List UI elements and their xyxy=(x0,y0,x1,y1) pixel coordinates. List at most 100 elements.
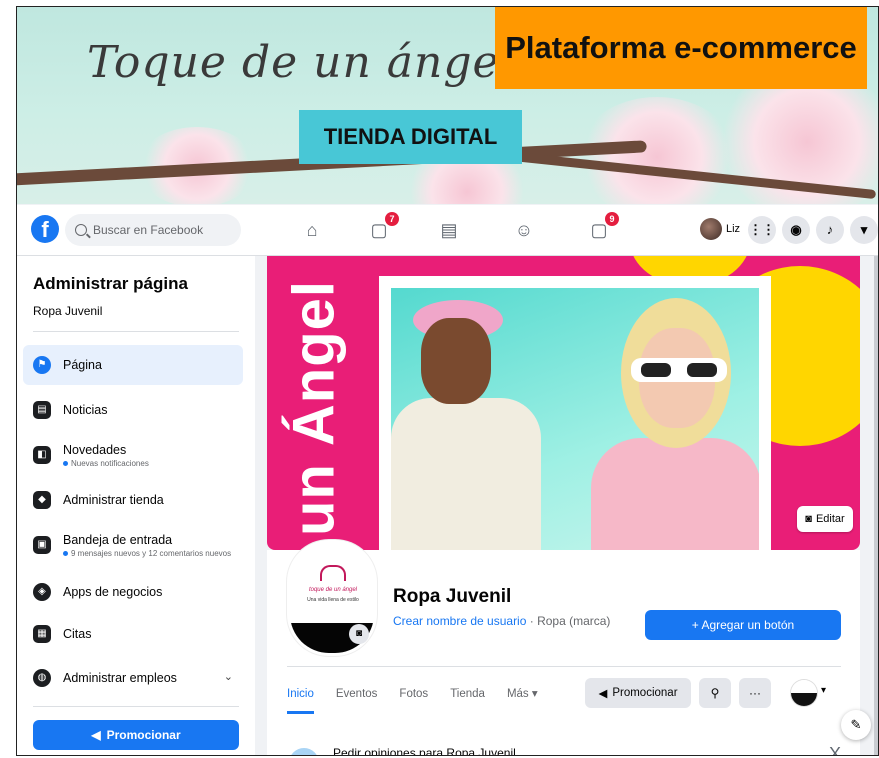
divider xyxy=(33,706,239,707)
avatar xyxy=(700,218,722,240)
scrollbar[interactable] xyxy=(874,256,878,755)
search-placeholder: Buscar en Facebook xyxy=(93,223,204,237)
cover-vertical-text: un Ángel xyxy=(279,278,349,538)
profile-shortcut[interactable]: Liz xyxy=(700,218,740,240)
promo-banner: Toque de un ángel Plataforma e-commerce … xyxy=(17,7,878,204)
model-figure xyxy=(591,438,759,550)
sidebar-note-text: Nuevas notificaciones xyxy=(71,458,149,468)
messenger-icon[interactable]: ◉ xyxy=(782,216,810,244)
news-icon: ▤ xyxy=(33,401,51,419)
home-icon[interactable]: ⌂ xyxy=(300,218,324,242)
banner-teal-label: TIENDA DIGITAL xyxy=(299,110,522,164)
page-tabs: Inicio Eventos Fotos Tienda Más ▾ xyxy=(287,674,560,714)
tab-inicio[interactable]: Inicio xyxy=(287,674,314,714)
search-input[interactable]: Buscar en Facebook xyxy=(65,214,241,246)
facebook-logo-icon[interactable]: f xyxy=(31,215,59,243)
cover-photo: un Ángel ◙ Editar xyxy=(267,256,860,550)
logo-tagline: Una vida llena de estilo xyxy=(307,597,359,603)
sidebar-item-citas[interactable]: ▦ Citas xyxy=(23,614,243,654)
promote-button-label: Promocionar xyxy=(106,728,181,742)
shopping-bag-icon: ◆ xyxy=(33,491,51,509)
chevron-down-icon[interactable]: ▾ xyxy=(821,685,826,696)
sidebar-item-label: Apps de negocios xyxy=(63,585,163,599)
feedback-text[interactable]: Pedir opiniones para Ropa Juvenil xyxy=(333,746,516,755)
sidebar-item-note: 9 mensajes nuevos y 12 comentarios nuevo… xyxy=(63,549,231,558)
sidebar-item-label: Citas xyxy=(63,627,92,641)
cover-vertical-label: un Ángel xyxy=(281,279,347,537)
search-page-button[interactable]: ⚲ xyxy=(699,678,731,708)
sidebar-note-text: 9 mensajes nuevos y 12 comentarios nuevo… xyxy=(71,548,232,558)
screenshot-frame: Toque de un ángel Plataforma e-commerce … xyxy=(16,6,879,756)
search-icon xyxy=(75,224,87,236)
unread-dot xyxy=(63,550,68,556)
notification-badge: 7 xyxy=(385,212,399,226)
profile-card: toque de un ángel Una vida llena de esti… xyxy=(267,540,860,755)
add-button-button[interactable]: + Agregar un botón xyxy=(645,610,841,640)
megaphone-icon: ◀ xyxy=(91,728,101,742)
banner-orange-label: Plataforma e-commerce xyxy=(495,7,867,89)
page-category: · Ropa (marca) xyxy=(526,614,611,628)
banner-script-title: Toque de un ángel xyxy=(87,37,515,88)
divider xyxy=(287,666,841,667)
sidebar-item-novedades[interactable]: ◧ Novedades Nuevas notificaciones xyxy=(23,432,243,478)
page-meta: Crear nombre de usuario · Ropa (marca) xyxy=(393,614,610,628)
logo-text: toque de un ángel xyxy=(308,587,358,593)
create-username-link[interactable]: Crear nombre de usuario xyxy=(393,614,526,628)
calendar-icon: ▦ xyxy=(33,625,51,643)
divider xyxy=(33,331,239,332)
close-icon[interactable]: X xyxy=(829,744,841,755)
tab-fotos[interactable]: Fotos xyxy=(399,674,428,714)
edit-cover-label: Editar xyxy=(815,513,845,525)
pages-feed-icon[interactable]: ▢ 9 xyxy=(587,212,619,242)
tab-mas[interactable]: Más ▾ xyxy=(507,674,538,714)
user-name: Liz xyxy=(726,223,741,235)
megaphone-icon: ◀ xyxy=(598,688,608,700)
sidebar-title: Administrar página xyxy=(33,274,188,293)
sidebar-item-bandeja-de-entrada[interactable]: ▣ Bandeja de entrada 9 mensajes nuevos y… xyxy=(23,522,243,568)
updates-icon: ◧ xyxy=(33,446,51,464)
cover-models-photo xyxy=(379,276,771,550)
compose-icon[interactable]: ✎ xyxy=(841,710,871,740)
notification-badge: 9 xyxy=(605,212,619,226)
models-image xyxy=(391,288,759,550)
sidebar-item-noticias[interactable]: ▤ Noticias xyxy=(23,390,243,430)
chevron-down-icon: ⌄ xyxy=(223,671,233,683)
sidebar-item-administrar-empleos[interactable]: ◍ Administrar empleos ⌄ xyxy=(23,658,243,698)
more-options-button[interactable]: ··· xyxy=(739,678,771,708)
hanger-icon xyxy=(320,565,346,581)
flag-icon: ⚑ xyxy=(33,356,51,374)
sidebar-item-apps-de-negocios[interactable]: ◈ Apps de negocios xyxy=(23,572,243,612)
groups-icon[interactable]: ☺ xyxy=(512,218,536,242)
sidebar-page-name[interactable]: Ropa Juvenil xyxy=(33,304,102,318)
page-title: Ropa Juvenil xyxy=(393,586,512,607)
sidebar-item-label: Novedades xyxy=(63,442,127,457)
video-icon[interactable]: ▢ 7 xyxy=(367,212,399,242)
search-icon: ⚲ xyxy=(710,686,720,700)
promote-page-button[interactable]: ◀ Promocionar xyxy=(585,678,691,708)
avatar[interactable] xyxy=(791,680,817,706)
sidebar-item-administrar-tienda[interactable]: ◆ Administrar tienda xyxy=(23,480,243,520)
left-sidebar: Administrar página Ropa Juvenil ⚑ Página… xyxy=(17,256,255,755)
chevron-down-icon[interactable]: ▾ xyxy=(850,216,878,244)
camera-icon[interactable]: ◙ xyxy=(349,624,369,644)
sidebar-item-label: Bandeja de entrada xyxy=(63,532,173,547)
sidebar-item-note: Nuevas notificaciones xyxy=(63,459,149,468)
cube-icon: ◈ xyxy=(33,583,51,601)
sidebar-item-label: Página xyxy=(63,358,102,372)
tab-eventos[interactable]: Eventos xyxy=(336,674,378,714)
bell-icon[interactable]: ♪ xyxy=(816,216,844,244)
tab-tienda[interactable]: Tienda xyxy=(450,674,485,714)
sunglasses-shape xyxy=(631,358,727,382)
model-figure xyxy=(421,318,491,404)
menu-grid-icon[interactable]: ⋮⋮ xyxy=(748,216,776,244)
facebook-top-nav: f Buscar en Facebook ⌂ ▢ 7 ▤ ☺ ▢ 9 Liz ⋮⋮ … xyxy=(17,205,878,256)
sidebar-item-pagina[interactable]: ⚑ Página xyxy=(23,345,243,385)
edit-cover-button[interactable]: ◙ Editar xyxy=(797,506,853,532)
model-figure xyxy=(391,398,541,550)
camera-icon: ◙ xyxy=(805,513,812,525)
sidebar-item-label: Administrar tienda xyxy=(63,493,164,507)
unread-dot xyxy=(63,460,68,466)
marketplace-icon[interactable]: ▤ xyxy=(437,218,461,242)
sidebar-item-label: Administrar empleos xyxy=(63,671,177,685)
promote-button[interactable]: ◀ Promocionar xyxy=(33,720,239,750)
